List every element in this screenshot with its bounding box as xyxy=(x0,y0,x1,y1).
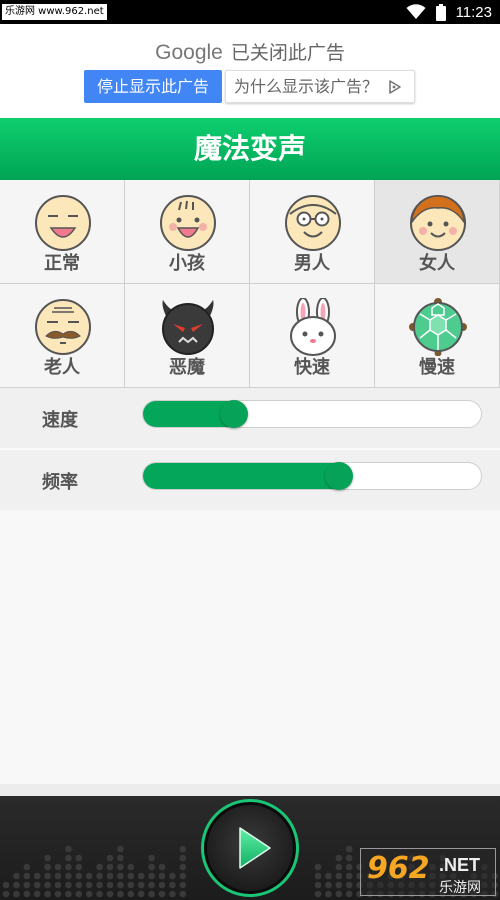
watermark-bottom-right: 962 .NET 乐游网 xyxy=(360,848,496,896)
turtle-icon xyxy=(409,298,467,356)
speed-slider-track[interactable] xyxy=(142,400,482,428)
devil-face-icon xyxy=(162,300,214,355)
adchoices-icon xyxy=(389,80,401,94)
ad-banner: Google 已关闭此广告 停止显示此广告 为什么显示该广告？ xyxy=(0,24,500,118)
play-button[interactable] xyxy=(201,799,299,897)
voice-option-woman[interactable]: 女人 xyxy=(375,180,500,284)
voice-label: 慢速 xyxy=(419,357,455,378)
ad-closed-text: 已关闭此广告 xyxy=(230,42,345,64)
voice-option-devil[interactable]: 恶魔 xyxy=(125,284,250,388)
status-bar: 乐游网 www.962.net 11:23 xyxy=(0,0,500,24)
pitch-label: 频率 xyxy=(42,472,78,493)
status-icons: 11:23 xyxy=(406,0,492,24)
child-face-icon xyxy=(160,195,216,251)
why-ad-button[interactable]: 为什么显示该广告？ xyxy=(225,70,415,103)
speed-slider-thumb[interactable] xyxy=(219,400,248,428)
voice-option-old-man[interactable]: 老人 xyxy=(0,284,125,388)
voice-option-fast[interactable]: 快速 xyxy=(250,284,375,388)
voice-label: 正常 xyxy=(44,253,80,274)
voice-grid: 正常 小孩 男人 女人 老人 恶魔 快速 慢速 xyxy=(0,180,500,388)
voice-label: 小孩 xyxy=(169,253,205,274)
pitch-slider-thumb[interactable] xyxy=(325,462,354,490)
google-logo: Google xyxy=(155,41,223,64)
page-title: 魔法变声 xyxy=(193,132,306,165)
voice-label: 快速 xyxy=(294,357,330,378)
content-bottom-strip xyxy=(0,784,500,796)
old-man-face-icon xyxy=(35,299,91,355)
watermark-number: 962 xyxy=(367,851,430,886)
voice-option-slow[interactable]: 慢速 xyxy=(375,284,500,388)
woman-face-icon xyxy=(410,195,466,251)
man-face-icon xyxy=(285,195,341,251)
status-time: 11:23 xyxy=(455,3,492,21)
voice-option-man[interactable]: 男人 xyxy=(250,180,375,284)
rabbit-icon xyxy=(290,298,336,356)
watermark-net: .NET xyxy=(439,855,481,875)
stop-ad-button[interactable]: 停止显示此广告 xyxy=(84,70,222,103)
wifi-icon xyxy=(406,4,426,19)
watermark-top-left: 乐游网 www.962.net xyxy=(2,4,107,20)
voice-label: 女人 xyxy=(419,253,455,274)
play-icon xyxy=(239,827,271,869)
watermark-cn: 乐游网 xyxy=(439,880,481,896)
title-bar: 魔法变声 xyxy=(0,118,500,180)
voice-label: 老人 xyxy=(44,357,80,378)
normal-face-icon xyxy=(35,195,91,251)
pitch-slider-track[interactable] xyxy=(142,462,482,490)
voice-option-child[interactable]: 小孩 xyxy=(125,180,250,284)
ad-header: Google 已关闭此广告 xyxy=(0,38,500,65)
battery-icon xyxy=(435,3,446,21)
why-ad-label: 为什么显示该广告？ xyxy=(234,77,379,96)
speed-label: 速度 xyxy=(42,410,78,431)
voice-option-normal[interactable]: 正常 xyxy=(0,180,125,284)
speed-slider-row: 速度 xyxy=(0,388,500,448)
voice-label: 男人 xyxy=(294,253,330,274)
voice-label: 恶魔 xyxy=(169,357,205,378)
pitch-slider-fill xyxy=(143,463,341,489)
pitch-slider-row: 频率 xyxy=(0,450,500,510)
content-area xyxy=(0,512,500,784)
